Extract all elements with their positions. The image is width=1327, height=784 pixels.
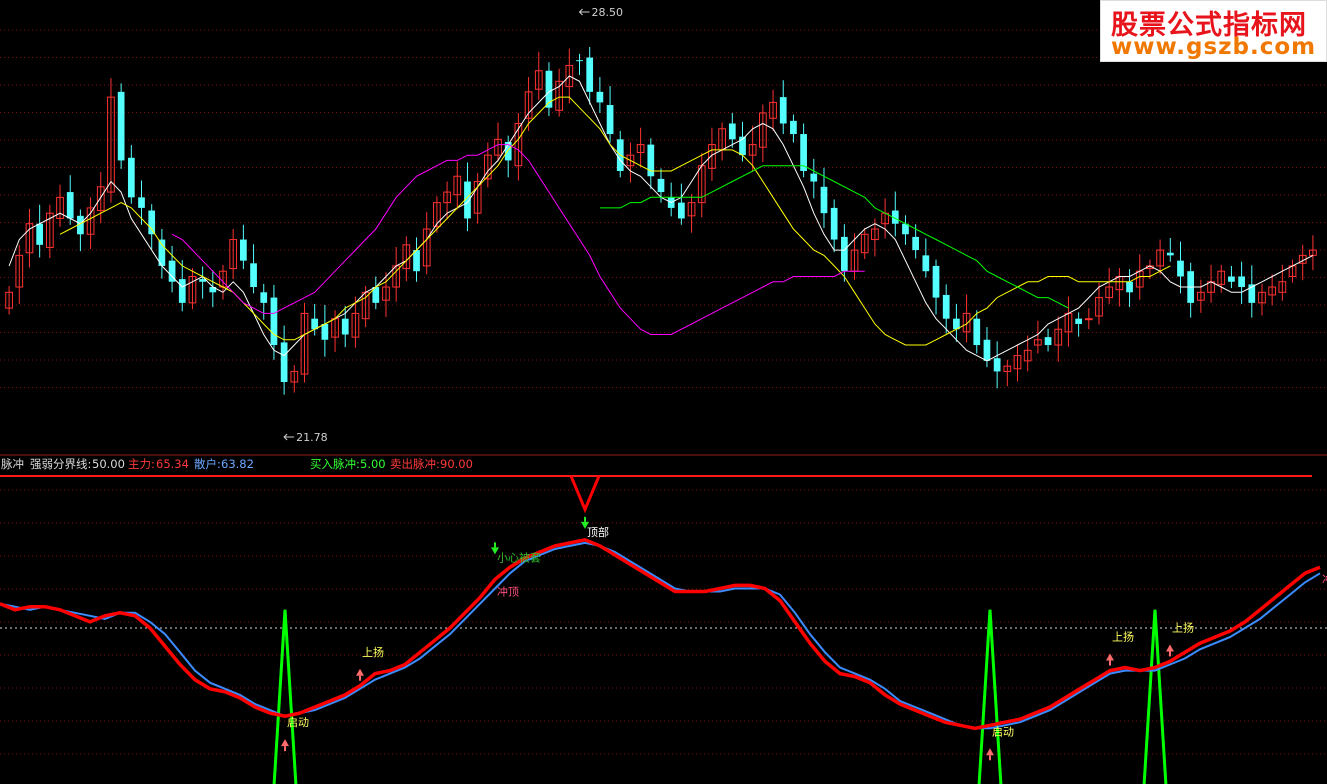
sell-pulse-label: 卖出脉冲: xyxy=(390,457,440,471)
annotation-label: 冲顶 xyxy=(1322,572,1327,586)
annotation-label: 上扬 xyxy=(362,645,384,659)
buy-signal-arrow xyxy=(1166,644,1174,652)
candle-body-down xyxy=(830,207,838,240)
candle-body-down xyxy=(117,91,125,161)
candle-body-down xyxy=(1228,276,1235,282)
candle-body-down xyxy=(922,255,930,272)
main-force-value: 65.34 xyxy=(156,457,189,471)
candle-body-down xyxy=(178,279,186,303)
candlestick-series xyxy=(5,47,1317,395)
buy-signal-arrow xyxy=(281,739,289,747)
annotation-label: 启动 xyxy=(287,716,309,729)
candle-body-down xyxy=(596,91,604,103)
candle-body-down xyxy=(657,178,665,193)
candle-body-up xyxy=(1084,318,1093,321)
candle-body-down xyxy=(240,239,247,261)
buy-pulse-value: 5.00 xyxy=(360,457,386,471)
candle-body-down xyxy=(1166,252,1174,256)
candle-body-down xyxy=(1126,281,1133,293)
dividing-line-label: 强弱分界线: xyxy=(30,457,92,471)
candle-body-down xyxy=(576,60,583,62)
indicator-header: 脉冲 强弱分界线: 50.00 主力: 65.34 散户: 63.82 买入脉冲… xyxy=(0,457,1327,471)
price-mark-high: 28.50 xyxy=(592,6,624,19)
dividing-line-value: 50.00 xyxy=(92,457,125,471)
retail-value: 63.82 xyxy=(221,457,254,471)
candle-body-down xyxy=(1238,276,1245,288)
ma-short-line xyxy=(8,75,1314,362)
candle-body-down xyxy=(993,358,1001,372)
annotation-label: 顶部 xyxy=(587,525,609,539)
candle-body-down xyxy=(647,144,655,177)
annotation-label: 上扬 xyxy=(1112,630,1134,644)
stock-chart: 28.5021.78 小心被套顶部冲顶上扬启动上扬上扬启动冲顶 xyxy=(0,6,1327,784)
ma-mid-line xyxy=(59,96,1171,346)
annotation-label: 上扬 xyxy=(1172,620,1194,634)
annotation-label: 小心被套 xyxy=(497,551,541,564)
candle-body-down xyxy=(341,318,349,335)
buy-pulse xyxy=(1142,609,1168,784)
candle-body-down xyxy=(840,236,848,272)
candle-body-down xyxy=(586,57,594,92)
candle-body-down xyxy=(932,265,940,298)
candle-body-down xyxy=(127,157,135,198)
annotation-label: 启动 xyxy=(992,725,1014,738)
candle-body-down xyxy=(1075,318,1082,324)
candle-body-down xyxy=(1044,337,1052,346)
candle-body-down xyxy=(321,323,329,340)
candle-body-down xyxy=(810,173,818,182)
candle-body-down xyxy=(678,202,685,219)
price-panel-grid xyxy=(0,29,1327,388)
candle-body-down xyxy=(779,97,787,124)
price-mark-low: 21.78 xyxy=(296,431,328,444)
main-force-label: 主力: xyxy=(128,457,155,471)
price-extreme-marks: 28.50 21.78 xyxy=(283,6,624,444)
candle-body-down xyxy=(820,186,828,214)
candle-body-down xyxy=(790,120,797,135)
indicator-name: 脉冲 xyxy=(1,457,24,471)
candle-body-down xyxy=(728,123,736,140)
watermark-url: www.gszb.com xyxy=(1111,34,1317,60)
candle-body-down xyxy=(606,105,614,135)
candle-body-down xyxy=(973,318,981,346)
annotation-label: 冲顶 xyxy=(497,584,519,598)
candle-body-down xyxy=(260,292,268,303)
candle-body-down xyxy=(280,342,288,382)
pulse-series xyxy=(272,475,1168,784)
moving-average-lines xyxy=(8,75,1314,362)
watermark-logo: 股票公式指标网 www.gszb.com xyxy=(1100,0,1327,62)
candle-body-down xyxy=(66,192,74,219)
buy-pulse xyxy=(272,609,298,784)
candle-body-down xyxy=(912,236,920,251)
sell-pulse-value: 90.00 xyxy=(440,457,473,471)
candle-body-down xyxy=(1177,260,1184,277)
candle-body-down xyxy=(942,294,950,319)
candle-body-down xyxy=(270,297,278,346)
sell-pulse xyxy=(569,475,601,514)
price-mark-arrow xyxy=(578,8,590,16)
candle-body-down xyxy=(413,250,420,272)
buy-pulse-label: 买入脉冲: xyxy=(310,457,360,471)
candle-body-down xyxy=(138,197,145,208)
candle-body-down xyxy=(148,210,156,235)
price-mark-arrow xyxy=(283,433,295,441)
candle-body-down xyxy=(983,339,991,361)
retail-label: 散户: xyxy=(194,457,221,471)
buy-signal-arrow xyxy=(986,748,994,756)
candle-body-down xyxy=(36,223,44,245)
buy-signal-arrow xyxy=(356,668,364,676)
candle-body-down xyxy=(250,263,257,288)
